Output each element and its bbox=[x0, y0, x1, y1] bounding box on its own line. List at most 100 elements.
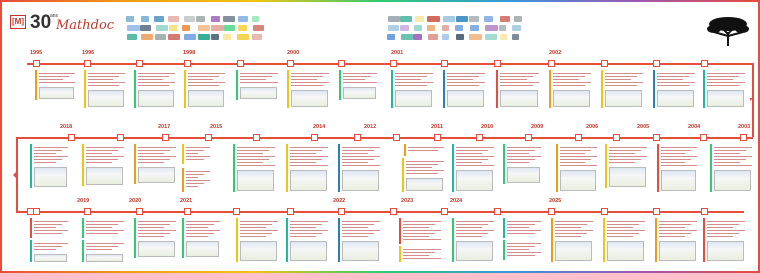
card-text-line bbox=[138, 156, 176, 157]
partner-logo bbox=[155, 25, 168, 31]
card-accent-bar bbox=[603, 218, 605, 262]
card-screenshot bbox=[138, 90, 174, 107]
partner-logo bbox=[195, 16, 205, 22]
partner-logo bbox=[413, 25, 422, 31]
card-text-line bbox=[237, 165, 275, 166]
year-label: 2001 bbox=[391, 50, 404, 56]
card-screenshot bbox=[240, 241, 277, 261]
card-text-line bbox=[447, 79, 473, 80]
timeline-marker bbox=[84, 60, 91, 67]
card-text-line bbox=[290, 165, 328, 166]
card-text-line bbox=[138, 73, 175, 74]
event-card bbox=[551, 218, 595, 262]
card-text-line bbox=[188, 76, 219, 77]
timeline-marker bbox=[548, 208, 555, 215]
partner-logo bbox=[223, 25, 235, 31]
card-text-line bbox=[88, 76, 119, 77]
card-accent-bar bbox=[82, 144, 84, 186]
card-text-line bbox=[86, 147, 124, 148]
event-card bbox=[82, 240, 126, 262]
event-card bbox=[402, 158, 446, 192]
card-text-line bbox=[447, 82, 485, 83]
card-accent-bar bbox=[236, 218, 238, 262]
timeline-line-2 bbox=[16, 137, 753, 139]
card-text-line bbox=[291, 79, 317, 80]
card-text-line bbox=[456, 233, 488, 234]
card-text-line bbox=[290, 224, 322, 225]
timeline-marker bbox=[653, 60, 660, 67]
event-card bbox=[134, 70, 177, 108]
card-text-line bbox=[86, 249, 112, 250]
card-text-line bbox=[456, 165, 494, 166]
event-card bbox=[84, 70, 127, 108]
partner-logo bbox=[211, 25, 224, 31]
card-text-line bbox=[138, 150, 170, 151]
card-screenshot bbox=[609, 167, 646, 187]
year-label: 2022 bbox=[333, 198, 346, 204]
event-card bbox=[603, 218, 647, 262]
card-text-line bbox=[609, 159, 641, 160]
card-text-line bbox=[560, 156, 597, 157]
card-text-line bbox=[86, 153, 112, 154]
card-text-line bbox=[342, 162, 368, 163]
card-accent-bar bbox=[35, 70, 37, 100]
card-text-line bbox=[291, 76, 323, 77]
card-text-line bbox=[707, 227, 733, 228]
card-text-line bbox=[609, 147, 647, 148]
card-text-line bbox=[138, 162, 164, 163]
card-text-line bbox=[186, 150, 204, 151]
event-card bbox=[339, 70, 379, 100]
card-text-line bbox=[86, 224, 118, 225]
card-text-line bbox=[657, 76, 689, 77]
partner-logo bbox=[455, 34, 465, 40]
card-text-line bbox=[343, 76, 371, 77]
card-text-line bbox=[659, 221, 697, 222]
partner-logo bbox=[399, 16, 412, 22]
card-accent-bar bbox=[134, 70, 136, 108]
card-text-line bbox=[186, 233, 214, 234]
card-accent-bar bbox=[30, 218, 32, 238]
card-text-line bbox=[408, 147, 444, 148]
card-accent-bar bbox=[496, 70, 498, 108]
card-text-line bbox=[403, 227, 429, 228]
partner-logo bbox=[400, 25, 410, 31]
card-screenshot bbox=[707, 241, 744, 261]
mathdoc-title: Mathdoc bbox=[56, 18, 115, 33]
card-text-line bbox=[707, 224, 739, 225]
event-card bbox=[286, 218, 330, 262]
card-text-line bbox=[507, 162, 529, 163]
card-text-line bbox=[507, 230, 541, 231]
card-accent-bar bbox=[30, 240, 32, 262]
card-accent-bar bbox=[551, 218, 553, 262]
card-text-line bbox=[290, 230, 328, 231]
partner-logo bbox=[251, 16, 260, 22]
year-label: 2023 bbox=[401, 198, 414, 204]
card-text-line bbox=[403, 221, 441, 222]
year-label: 2024 bbox=[450, 198, 463, 204]
card-text-line bbox=[555, 236, 581, 237]
card-text-line bbox=[403, 224, 435, 225]
card-accent-bar bbox=[286, 144, 288, 192]
card-text-line bbox=[186, 159, 204, 160]
card-text-line bbox=[34, 162, 56, 163]
card-text-line bbox=[39, 82, 75, 83]
card-text-line bbox=[138, 159, 170, 160]
card-text-line bbox=[406, 170, 444, 171]
card-text-line bbox=[657, 79, 683, 80]
card-text-line bbox=[342, 156, 380, 157]
card-screenshot bbox=[138, 241, 175, 257]
event-card bbox=[549, 70, 593, 108]
card-text-line bbox=[34, 230, 68, 231]
event-card bbox=[655, 218, 699, 262]
card-accent-bar bbox=[134, 144, 136, 184]
card-text-line bbox=[659, 236, 685, 237]
card-screenshot bbox=[447, 90, 484, 107]
partner-logo bbox=[484, 34, 497, 40]
arrow-down-icon bbox=[749, 98, 753, 101]
card-text-line bbox=[342, 230, 380, 231]
event-card bbox=[657, 144, 699, 192]
timeline-marker bbox=[287, 208, 294, 215]
card-screenshot bbox=[240, 87, 277, 99]
timeline-marker bbox=[68, 134, 75, 141]
card-text-line bbox=[188, 82, 225, 83]
